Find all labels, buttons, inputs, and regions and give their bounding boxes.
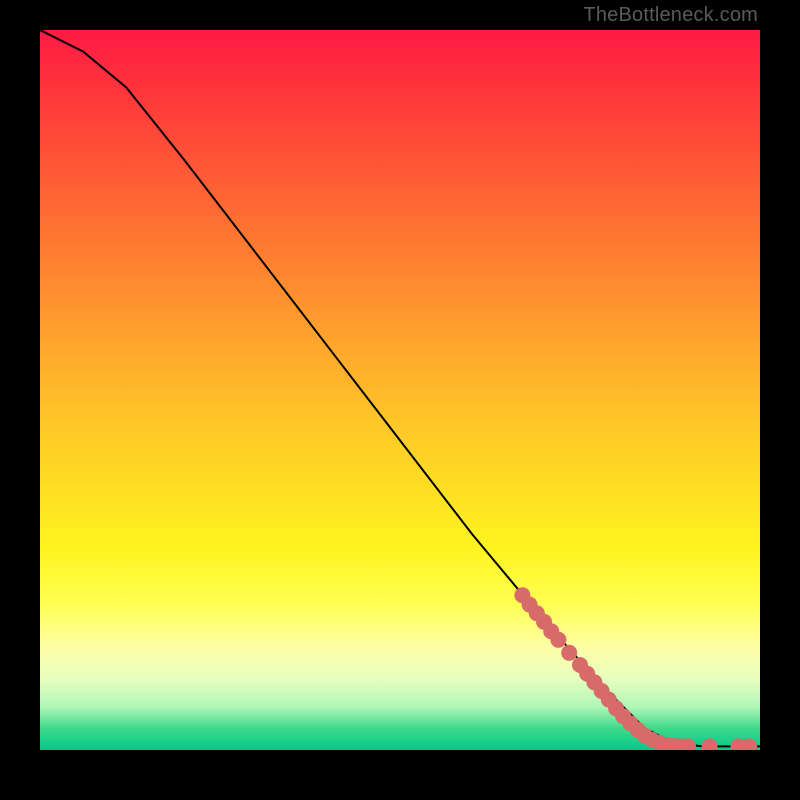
chart-overlay <box>40 30 760 750</box>
data-points <box>514 587 757 750</box>
data-point <box>702 738 718 750</box>
plot-area <box>40 30 760 750</box>
data-point <box>550 632 566 648</box>
bottleneck-curve <box>40 30 760 746</box>
chart-frame: TheBottleneck.com <box>0 0 800 800</box>
data-point <box>741 738 757 750</box>
data-point <box>561 645 577 661</box>
attribution-text: TheBottleneck.com <box>583 4 758 27</box>
